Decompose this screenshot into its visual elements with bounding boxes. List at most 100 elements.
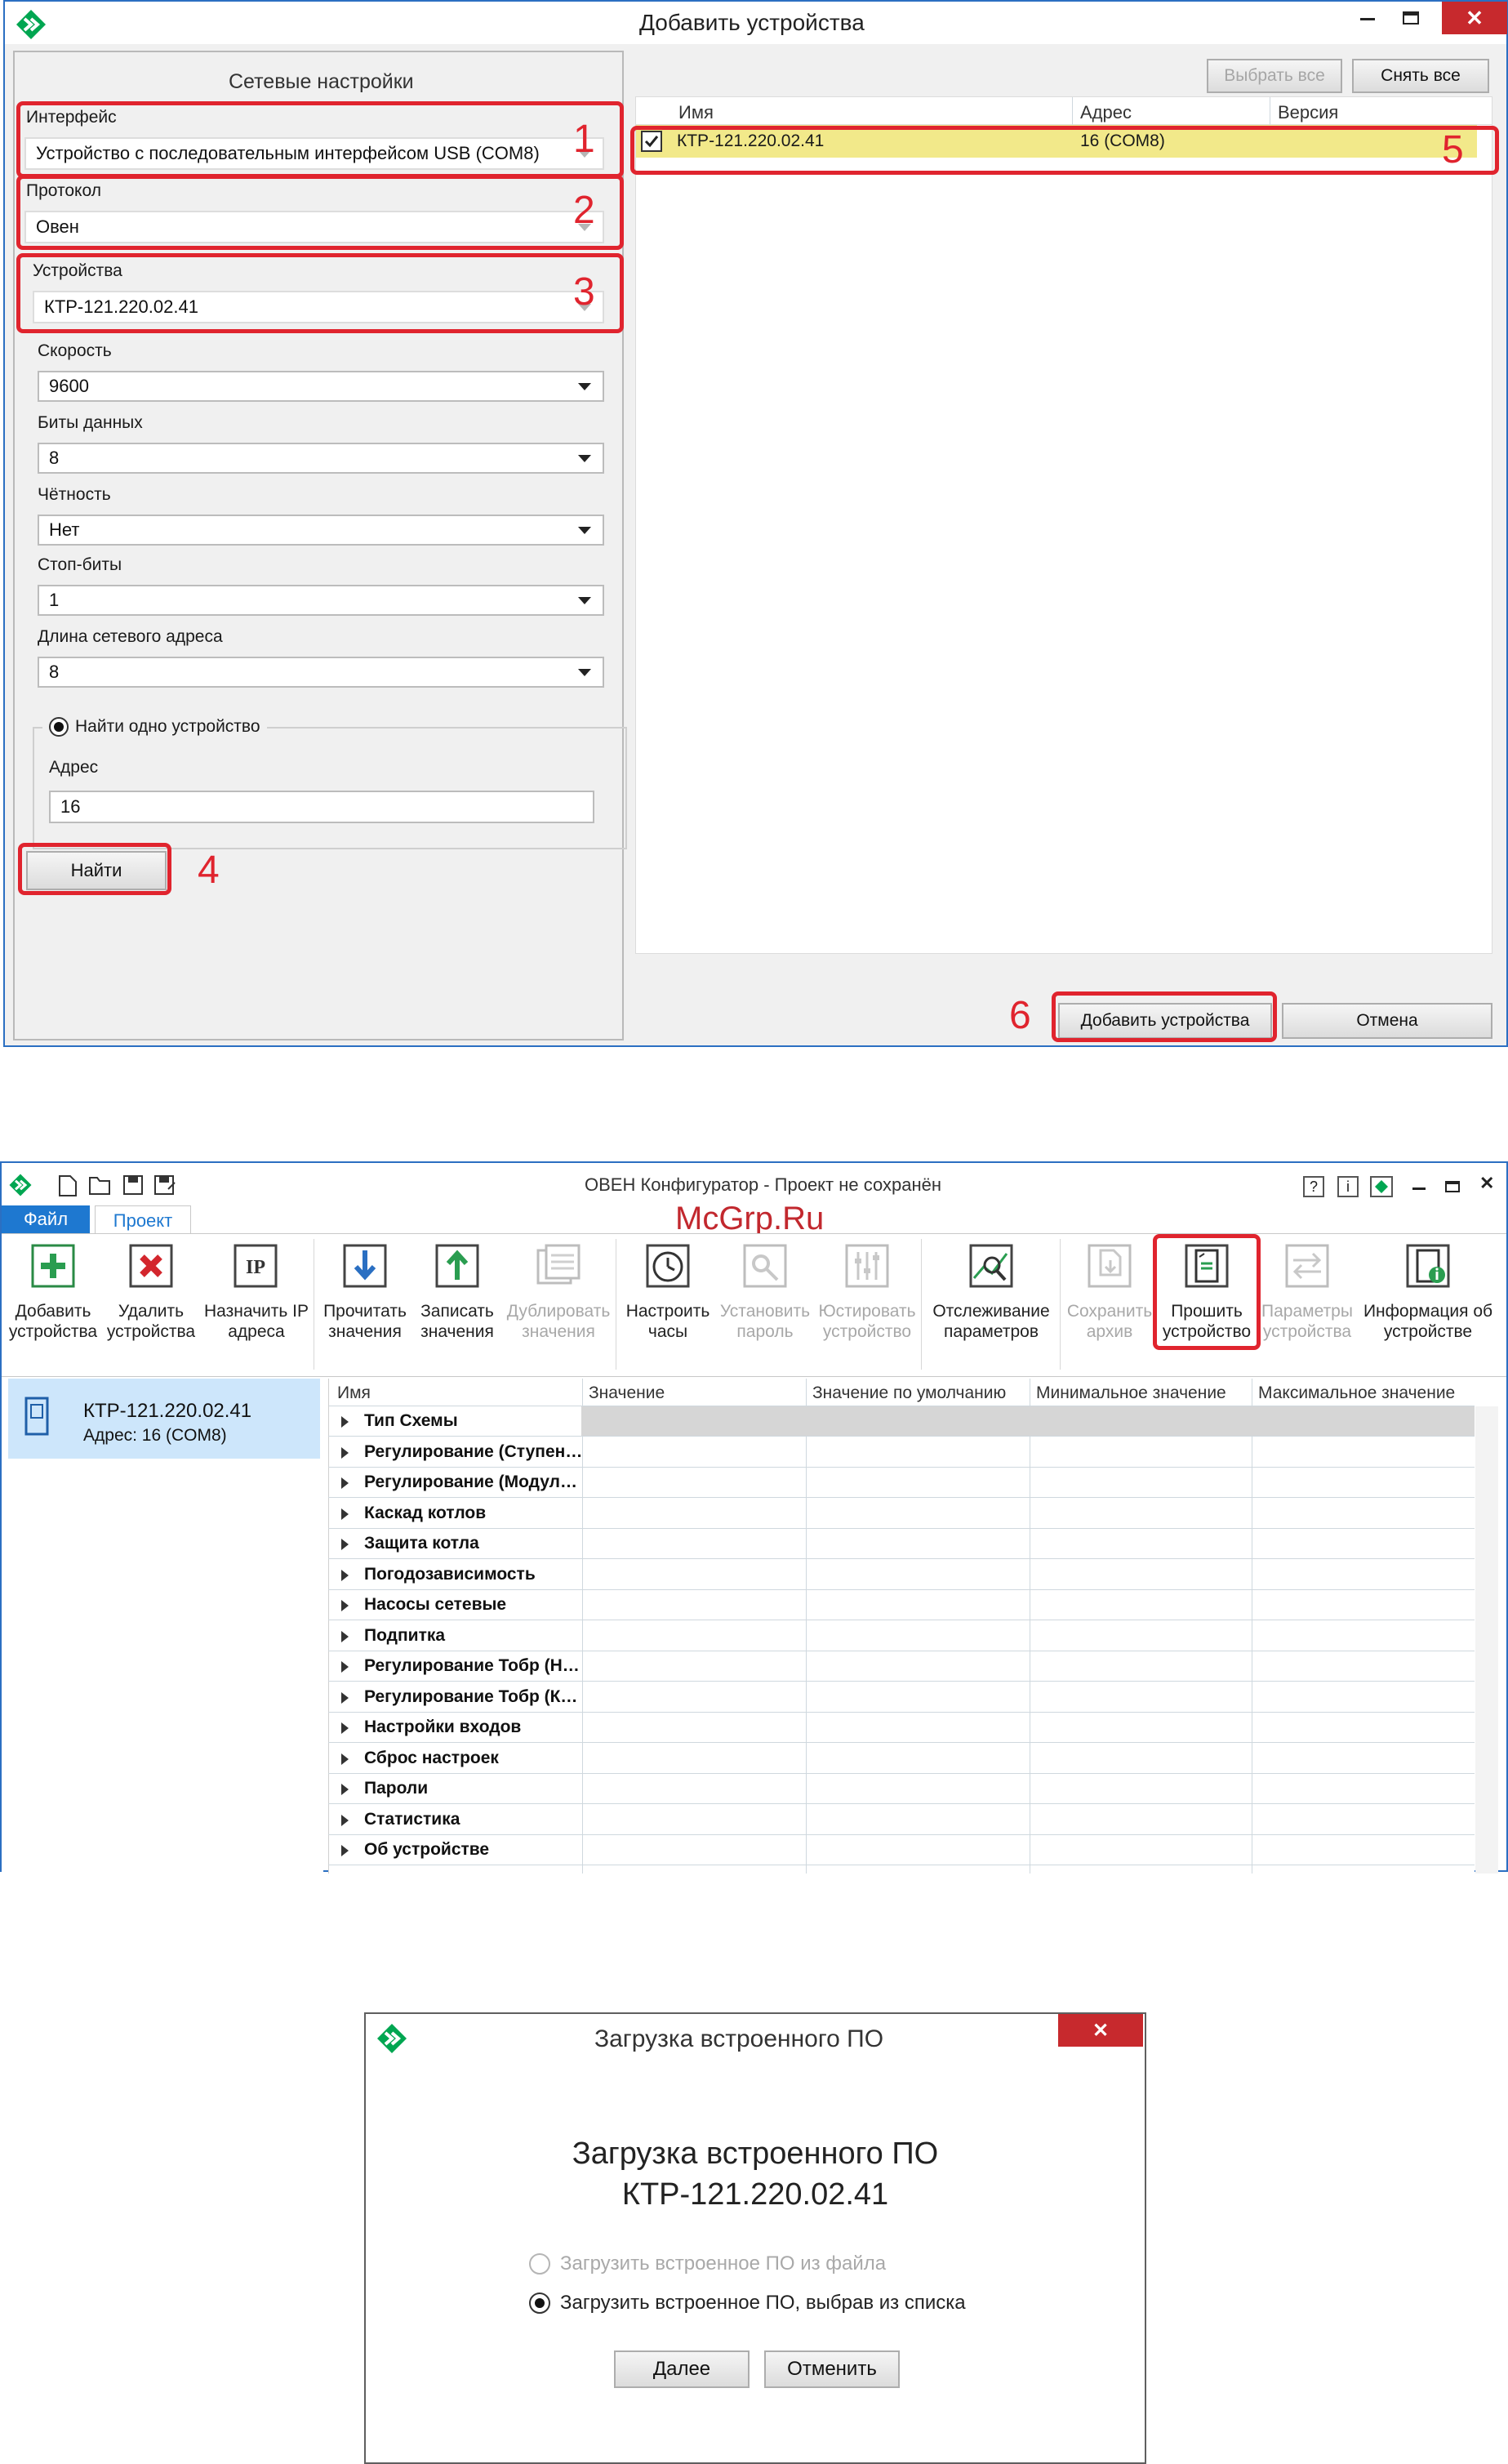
save-as-icon[interactable] [153, 1174, 176, 1196]
help-button[interactable]: ? [1303, 1176, 1324, 1197]
speed-select[interactable]: 9600 [38, 371, 604, 402]
minimize-button[interactable] [1360, 18, 1375, 20]
expand-arrow-icon[interactable] [341, 1722, 349, 1734]
table-row[interactable]: Об устройстве [328, 1835, 1475, 1865]
table-row[interactable]: Регулирование Тобр (Н… [328, 1651, 1475, 1682]
deselect-all-button[interactable]: Снять все [1352, 59, 1489, 93]
column-min[interactable]: Минимальное значение [1036, 1383, 1226, 1403]
close-button[interactable]: ✕ [1442, 2, 1507, 34]
column-name[interactable]: Имя [337, 1383, 371, 1403]
close-button[interactable]: ✕ [1058, 2014, 1143, 2047]
table-row[interactable]: Регулирование Тобр (К… [328, 1682, 1475, 1713]
set-password-button[interactable]: Установить пароль [715, 1237, 815, 1368]
save-archive-icon [1088, 1244, 1132, 1288]
minimize-button[interactable] [1412, 1187, 1426, 1190]
option-from-list[interactable]: Загрузить встроенное ПО, выбрав из списк… [529, 2290, 966, 2316]
address-length-select[interactable]: 8 [38, 657, 604, 688]
expand-arrow-icon[interactable] [341, 1477, 349, 1489]
open-folder-icon[interactable] [88, 1174, 111, 1196]
column-version[interactable]: Версия [1278, 102, 1338, 123]
tab-file[interactable]: Файл [2, 1205, 90, 1233]
radio-from-list[interactable] [529, 2292, 550, 2314]
expand-arrow-icon[interactable] [341, 1753, 349, 1765]
expand-arrow-icon[interactable] [341, 1569, 349, 1581]
device-params-icon [1285, 1244, 1329, 1288]
close-button[interactable]: ✕ [1479, 1173, 1494, 1194]
stop-bits-select[interactable]: 1 [38, 585, 604, 616]
cancel-button[interactable]: Отменить [764, 2350, 900, 2388]
expand-arrow-icon[interactable] [341, 1539, 349, 1550]
expand-arrow-icon[interactable] [341, 1661, 349, 1673]
radio-from-file[interactable] [529, 2253, 550, 2275]
clock-icon [646, 1244, 690, 1288]
expand-arrow-icon[interactable] [341, 1416, 349, 1428]
expand-arrow-icon[interactable] [341, 1630, 349, 1642]
expand-arrow-icon[interactable] [341, 1508, 349, 1520]
set-clock-button[interactable]: Настроить часы [621, 1237, 715, 1368]
save-archive-button[interactable]: Сохранить архив [1061, 1237, 1158, 1368]
app-logo-icon [16, 10, 46, 39]
maximize-button[interactable] [1445, 1181, 1460, 1192]
delete-device-button[interactable]: Удалить устройства [103, 1237, 199, 1368]
column-address[interactable]: Адрес [1080, 102, 1132, 123]
table-row[interactable]: Регулирование (Модул… [328, 1468, 1475, 1498]
expand-arrow-icon[interactable] [341, 1784, 349, 1795]
write-values-button[interactable]: Записать значения [411, 1237, 503, 1368]
address-input[interactable]: 16 [49, 791, 594, 823]
table-row[interactable]: Настройки входов [328, 1713, 1475, 1743]
settings-icon[interactable] [1370, 1176, 1393, 1197]
column-value[interactable]: Значение [589, 1383, 665, 1403]
table-row[interactable]: Регулирование (Ступен… [328, 1437, 1475, 1468]
delete-device-icon [129, 1244, 173, 1288]
scrollbar[interactable] [1475, 1406, 1498, 1874]
column-default[interactable]: Значение по умолчанию [812, 1383, 1006, 1403]
tab-project[interactable]: Проект [95, 1205, 191, 1235]
expand-arrow-icon[interactable] [341, 1600, 349, 1611]
data-bits-select[interactable]: 8 [38, 443, 604, 474]
save-icon[interactable] [122, 1174, 144, 1196]
info-button[interactable]: i [1337, 1176, 1359, 1197]
table-row[interactable]: Каскад котлов [328, 1499, 1475, 1529]
column-name[interactable]: Имя [678, 102, 714, 123]
find-one-legend[interactable]: Найти одно устройство [42, 714, 267, 740]
row-label: Регулирование (Ступен… [364, 1441, 583, 1461]
table-row[interactable]: Погодозависимость [328, 1560, 1475, 1590]
row-label: Об устройстве [364, 1840, 490, 1859]
expand-arrow-icon[interactable] [341, 1446, 349, 1459]
table-row[interactable]: Сброс настроек [328, 1744, 1475, 1774]
device-tree-item[interactable]: КТР-121.220.02.41 Адрес: 16 (COM8) [8, 1379, 320, 1459]
duplicate-values-button[interactable]: Дублировать значения [503, 1237, 614, 1368]
table-row[interactable]: Подпитка [328, 1621, 1475, 1651]
table-row[interactable]: Защита котла [328, 1529, 1475, 1559]
marker-box-device-row [630, 126, 1499, 175]
expand-arrow-icon[interactable] [341, 1691, 349, 1704]
next-button[interactable]: Далее [614, 2350, 750, 2388]
new-file-icon[interactable] [57, 1174, 78, 1197]
device-info-button[interactable]: Информация об устройстве [1359, 1237, 1497, 1368]
column-max[interactable]: Максимальное значение [1258, 1383, 1455, 1403]
toolbar-caption: Юстировать устройство [818, 1302, 916, 1341]
add-device-button[interactable]: Добавить устройства [3, 1237, 103, 1368]
assign-ip-button[interactable]: IP Назначить IP адреса [199, 1237, 314, 1368]
row-label: Подпитка [364, 1625, 446, 1645]
row-label: Статистика [364, 1809, 460, 1829]
write-values-icon [435, 1244, 479, 1288]
toolbar-caption: Настроить часы [625, 1302, 710, 1341]
read-values-button[interactable]: Прочитать значения [318, 1237, 411, 1368]
table-row[interactable]: Пароли [328, 1774, 1475, 1804]
maximize-button[interactable] [1403, 11, 1419, 25]
find-one-radio[interactable] [49, 717, 69, 737]
calibrate-device-button[interactable]: Юстировать устройство [815, 1237, 919, 1368]
duplicate-icon [536, 1244, 581, 1285]
cancel-button[interactable]: Отмена [1282, 1003, 1492, 1039]
table-row[interactable]: Насосы сетевые [328, 1590, 1475, 1620]
expand-arrow-icon[interactable] [341, 1845, 349, 1856]
table-row[interactable]: Статистика [328, 1805, 1475, 1835]
monitor-parameters-button[interactable]: Отслеживание параметров [926, 1237, 1056, 1368]
device-parameters-button[interactable]: Параметры устройства [1259, 1237, 1355, 1368]
table-row[interactable]: Тип Схемы [328, 1406, 1475, 1437]
expand-arrow-icon[interactable] [341, 1814, 349, 1826]
select-all-button[interactable]: Выбрать все [1207, 59, 1342, 93]
option-from-file[interactable]: Загрузить встроенное ПО из файла [529, 2251, 886, 2277]
parity-select[interactable]: Нет [38, 515, 604, 546]
